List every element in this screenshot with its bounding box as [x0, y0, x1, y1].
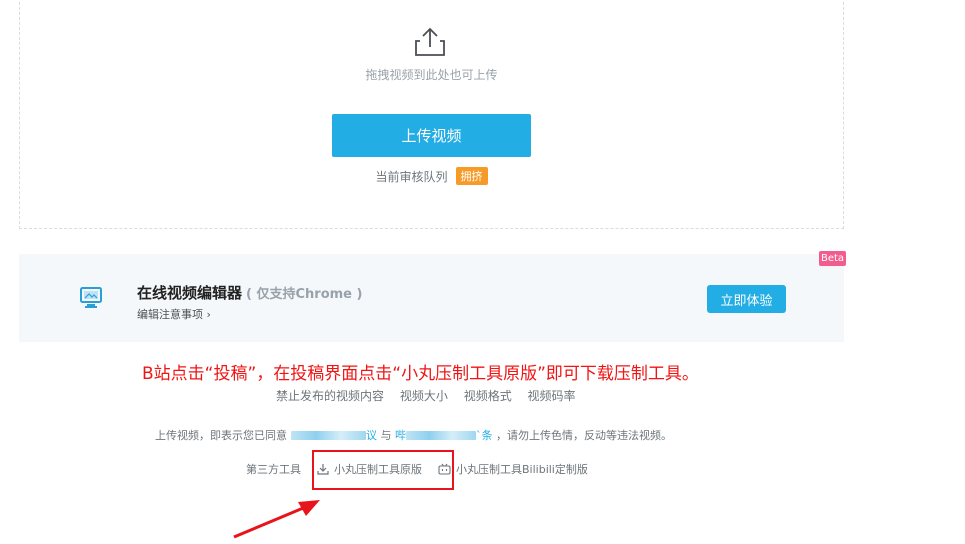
rule-link-video-format[interactable]: 视频格式: [464, 389, 512, 403]
editor-subtitle: ( 仅支持Chrome ): [246, 287, 363, 302]
queue-status-badge: 拥挤: [455, 167, 488, 185]
rule-link-video-bitrate[interactable]: 视频码率: [528, 389, 576, 403]
drag-hint: 拖拽视频到此处也可上传: [365, 68, 498, 82]
editor-notes-link[interactable]: 编辑注意事项 ›: [137, 306, 211, 322]
agreement-prefix: 上传视频，即表示您已同意: [155, 429, 287, 442]
third-party-tools-label: 第三方工具: [246, 463, 301, 476]
upload-video-button[interactable]: 上传视频: [332, 114, 531, 157]
agreement-link-2-tail[interactable]: `条: [476, 429, 493, 442]
upload-rules-links: 禁止发布的视频内容 视频大小 视频格式 视频码率: [276, 387, 588, 404]
review-queue-row: 当前审核队列 拥挤: [0, 167, 863, 185]
monitor-icon: [80, 287, 102, 308]
agreement-connector: 与: [380, 429, 392, 442]
highlight-box: [312, 450, 454, 490]
rule-link-video-size[interactable]: 视频大小: [400, 389, 448, 403]
tool-label-bilibili: 小丸压制工具Bilibili定制版: [456, 463, 588, 476]
try-now-button[interactable]: 立即体验: [707, 285, 786, 313]
agreement-link-1-tail[interactable]: 议: [366, 429, 377, 442]
tool-link-xiaowan-bilibili[interactable]: 小丸压制工具Bilibili定制版: [438, 461, 588, 477]
upload-icon: [415, 27, 445, 56]
red-arrow-annotation: [233, 500, 320, 539]
agreement-suffix: ，请勿上传色情，反动等违法视频。: [496, 429, 672, 442]
annotation-text: B站点击“投稿”，在投稿界面点击“小丸压制工具原版”即可下载压制工具。: [142, 364, 699, 384]
queue-label: 当前审核队列: [375, 170, 448, 184]
redacted-link-1[interactable]: [291, 431, 366, 440]
agreement-link-2-head[interactable]: 哔: [395, 429, 406, 442]
redacted-link-2[interactable]: [406, 431, 476, 440]
editor-title-text: 在线视频编辑器: [137, 284, 243, 302]
beta-badge: Beta: [819, 251, 846, 266]
agreement-notice: 上传视频，即表示您已同意 议 与 哔 `条 ，请勿上传色情，反动等违法视频。: [155, 427, 672, 443]
rule-link-forbidden-content[interactable]: 禁止发布的视频内容: [276, 389, 384, 403]
editor-title: 在线视频编辑器( 仅支持Chrome ): [137, 282, 362, 303]
